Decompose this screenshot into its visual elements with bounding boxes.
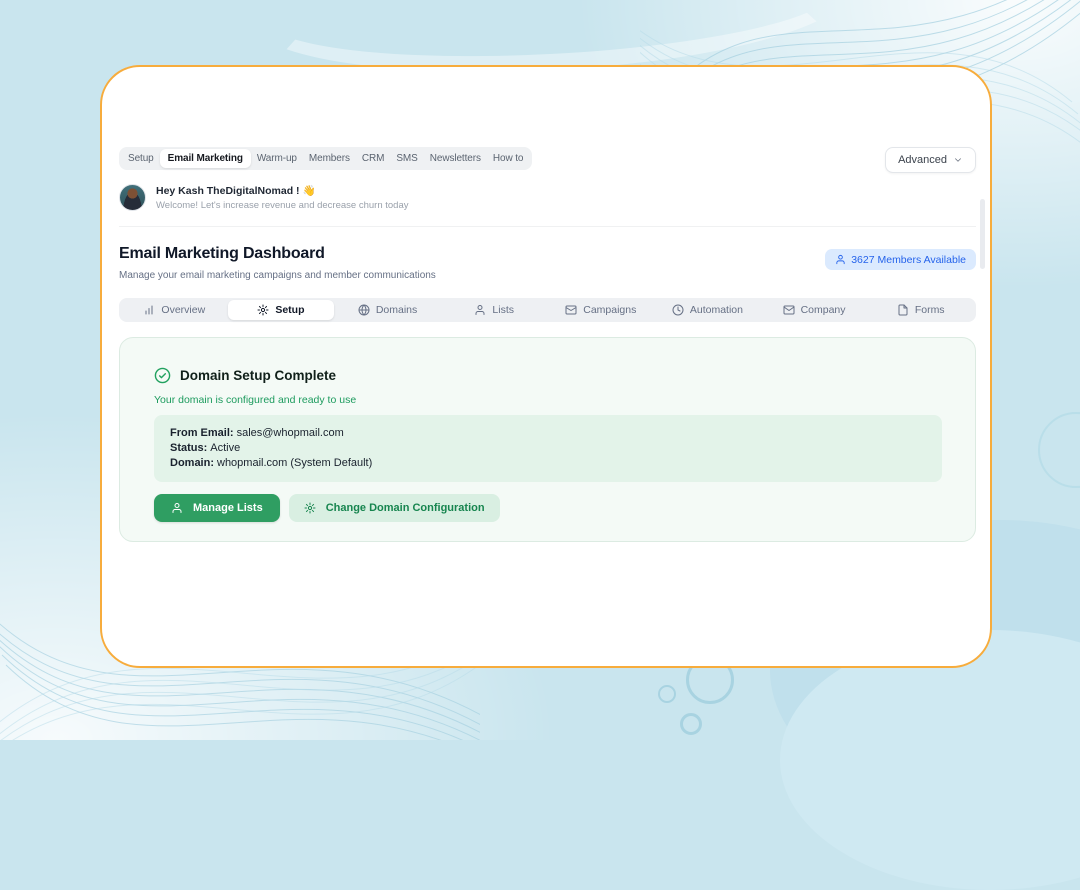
tab-label: Domains — [376, 304, 417, 316]
chevron-down-icon — [953, 155, 963, 165]
person-icon — [474, 304, 486, 316]
top-nav-tabs: Setup Email Marketing Warm-up Members CR… — [119, 147, 532, 170]
detail-label: From Email: — [170, 427, 234, 439]
person-icon — [835, 254, 846, 265]
detail-value: sales@whopmail.com — [237, 427, 344, 439]
decorative-circle — [658, 685, 676, 703]
advanced-dropdown-button[interactable]: Advanced — [885, 147, 976, 173]
detail-value: Active — [210, 442, 240, 454]
tab-lists[interactable]: Lists — [441, 300, 548, 320]
tab-setup[interactable]: Setup — [228, 300, 335, 320]
decorative-circle — [1038, 412, 1080, 488]
domain-setup-panel: Domain Setup Complete Your domain is con… — [119, 337, 976, 542]
tab-label: Forms — [915, 304, 945, 316]
members-available-badge: 3627 Members Available — [825, 249, 976, 270]
tab-label: Setup — [275, 304, 304, 316]
main-card: Setup Email Marketing Warm-up Members CR… — [100, 65, 992, 668]
advanced-label: Advanced — [898, 154, 947, 166]
tab-campaigns[interactable]: Campaigns — [548, 300, 655, 320]
divider — [119, 226, 976, 227]
check-circle-icon — [154, 367, 171, 384]
tab-company[interactable]: Company — [761, 300, 868, 320]
dashboard-tab-bar: Overview Setup Domains Lists Campaigns A… — [119, 298, 976, 322]
bar-chart-icon — [143, 304, 155, 316]
panel-title: Domain Setup Complete — [180, 368, 336, 383]
detail-status: Status:Active — [170, 441, 926, 456]
button-label: Manage Lists — [193, 502, 263, 514]
decorative-circle — [680, 713, 702, 735]
person-icon — [171, 502, 183, 514]
nav-tab-warm-up[interactable]: Warm-up — [251, 149, 303, 168]
tab-label: Campaigns — [583, 304, 636, 316]
nav-tab-email-marketing[interactable]: Email Marketing — [160, 149, 251, 168]
tab-label: Lists — [492, 304, 514, 316]
detail-label: Status: — [170, 442, 207, 454]
gear-icon — [304, 502, 316, 514]
tab-label: Automation — [690, 304, 743, 316]
mail-send-icon — [565, 304, 577, 316]
detail-value: whopmail.com (System Default) — [217, 457, 372, 469]
nav-tab-setup[interactable]: Setup — [122, 149, 160, 168]
nav-tab-sms[interactable]: SMS — [390, 149, 423, 168]
members-badge-label: 3627 Members Available — [851, 254, 966, 266]
tab-domains[interactable]: Domains — [334, 300, 441, 320]
tab-automation[interactable]: Automation — [654, 300, 761, 320]
nav-tab-how-to[interactable]: How to — [487, 149, 530, 168]
gear-icon — [257, 304, 269, 316]
tab-overview[interactable]: Overview — [121, 300, 228, 320]
greeting-subtitle: Welcome! Let's increase revenue and decr… — [156, 200, 408, 211]
avatar — [119, 184, 146, 211]
panel-subtitle: Your domain is configured and ready to u… — [154, 394, 942, 406]
top-nav-row: Setup Email Marketing Warm-up Members CR… — [119, 147, 976, 173]
manage-lists-button[interactable]: Manage Lists — [154, 494, 280, 522]
detail-from-email: From Email:sales@whopmail.com — [170, 426, 926, 441]
file-icon — [897, 304, 909, 316]
change-domain-configuration-button[interactable]: Change Domain Configuration — [289, 494, 500, 522]
page-subtitle: Manage your email marketing campaigns an… — [119, 270, 436, 281]
clock-icon — [672, 304, 684, 316]
button-label: Change Domain Configuration — [326, 502, 485, 514]
tab-forms[interactable]: Forms — [867, 300, 974, 320]
greeting-section: Hey Kash TheDigitalNomad ! 👋 Welcome! Le… — [119, 184, 976, 211]
mail-icon — [783, 304, 795, 316]
domain-detail-box: From Email:sales@whopmail.com Status:Act… — [154, 415, 942, 482]
tab-label: Overview — [161, 304, 205, 316]
page-header: Email Marketing Dashboard Manage your em… — [119, 245, 976, 281]
page-title: Email Marketing Dashboard — [119, 245, 436, 263]
globe-icon — [358, 304, 370, 316]
nav-tab-newsletters[interactable]: Newsletters — [424, 149, 487, 168]
nav-tab-members[interactable]: Members — [303, 149, 356, 168]
tab-label: Company — [801, 304, 846, 316]
nav-tab-crm[interactable]: CRM — [356, 149, 390, 168]
detail-domain: Domain:whopmail.com (System Default) — [170, 456, 926, 471]
detail-label: Domain: — [170, 457, 214, 469]
vertical-scrollbar[interactable] — [980, 199, 985, 269]
greeting-title: Hey Kash TheDigitalNomad ! 👋 — [156, 184, 408, 197]
